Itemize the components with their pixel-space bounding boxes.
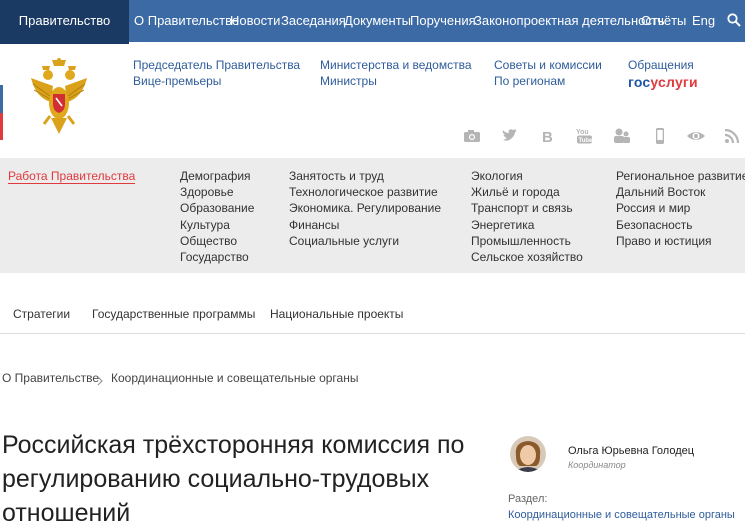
nav-reports[interactable]: Отчёты: [641, 0, 686, 42]
twitter-icon[interactable]: [500, 126, 520, 146]
link-councils[interactable]: Советы и комиссии: [494, 58, 602, 72]
nav-news[interactable]: Новости: [230, 0, 280, 42]
mobile-icon[interactable]: [650, 126, 670, 146]
topic-item[interactable]: Экология: [471, 169, 523, 183]
link-by-regions[interactable]: По регионам: [494, 74, 565, 88]
camera-icon[interactable]: [462, 126, 482, 146]
topic-item[interactable]: Занятость и труд: [289, 169, 384, 183]
nav-legislative-activity[interactable]: Законопроектная деятельность: [474, 0, 665, 42]
link-ministries[interactable]: Министерства и ведомства: [320, 58, 472, 72]
link-strategies[interactable]: Стратегии: [13, 307, 70, 321]
topic-item[interactable]: Демография: [180, 169, 251, 183]
nav-meetings[interactable]: Заседания: [281, 0, 346, 42]
russian-flag-stripe: [0, 58, 3, 140]
topic-item[interactable]: Безопасность: [616, 218, 693, 232]
topic-item[interactable]: Жильё и города: [471, 185, 560, 199]
coat-of-arms-logo[interactable]: [28, 58, 90, 140]
topic-item[interactable]: Промышленность: [471, 234, 571, 248]
rss-icon[interactable]: [722, 126, 742, 146]
chevron-right-icon: [96, 373, 104, 386]
topic-item[interactable]: Социальные услуги: [289, 234, 399, 248]
youtube-icon[interactable]: You Tube: [575, 126, 595, 146]
topic-item[interactable]: Финансы: [289, 218, 339, 232]
link-appeals[interactable]: Обращения: [628, 58, 694, 72]
breadcrumb-about-government[interactable]: О Правительстве: [2, 371, 99, 385]
topic-item[interactable]: Транспорт и связь: [471, 201, 573, 215]
section-label: Раздел:: [508, 493, 548, 505]
people-icon[interactable]: [612, 126, 632, 146]
link-vice-premiers[interactable]: Вице-премьеры: [133, 74, 221, 88]
topic-item[interactable]: Технологическое развитие: [289, 185, 438, 199]
svg-text:Tube: Tube: [579, 138, 594, 144]
nav-documents[interactable]: Документы: [344, 0, 411, 42]
nav-about[interactable]: О Правительстве: [134, 0, 239, 42]
search-icon[interactable]: [727, 13, 741, 27]
topic-item[interactable]: Государство: [180, 250, 249, 264]
coordinator-avatar[interactable]: [510, 436, 546, 472]
topic-item[interactable]: Здоровье: [180, 185, 234, 199]
topic-item[interactable]: Сельское хозяйство: [471, 250, 583, 264]
vk-icon[interactable]: В: [538, 126, 558, 146]
svg-text:You: You: [576, 129, 589, 136]
link-national-projects[interactable]: Национальные проекты: [270, 307, 403, 321]
topic-item[interactable]: Региональное развитие: [616, 169, 745, 183]
nav-english[interactable]: Eng: [692, 0, 715, 42]
section-link[interactable]: Координационные и совещательные органы: [508, 509, 735, 521]
topic-item[interactable]: Энергетика: [471, 218, 534, 232]
eye-icon[interactable]: [686, 126, 706, 146]
page-title: Российская трёхсторонняя комиссия по рег…: [2, 431, 465, 527]
topic-item[interactable]: Право и юстиция: [616, 234, 712, 248]
topic-item[interactable]: Культура: [180, 218, 230, 232]
topic-item[interactable]: Экономика. Регулирование: [289, 201, 441, 215]
coordinator-name[interactable]: Ольга Юрьевна Голодец: [568, 445, 694, 457]
link-prime-minister[interactable]: Председатель Правительства: [133, 58, 300, 72]
link-ministers[interactable]: Министры: [320, 74, 377, 88]
svg-text:В: В: [542, 129, 553, 146]
topic-item[interactable]: Дальний Восток: [616, 185, 705, 199]
gosuslugi-logo-link[interactable]: госуслуги: [628, 74, 698, 90]
topic-government-work[interactable]: Работа Правительства: [8, 169, 136, 184]
link-state-programs[interactable]: Государственные программы: [92, 307, 255, 321]
top-navigation-bar: Правительство России О Правительстве Нов…: [0, 0, 745, 70]
nav-brand-government-russia[interactable]: Правительство России: [0, 0, 129, 70]
breadcrumb-coordination-bodies[interactable]: Координационные и совещательные органы: [111, 371, 358, 385]
topic-item[interactable]: Россия и мир: [616, 201, 690, 215]
topics-panel: Работа Правительства Демография Здоровье…: [0, 158, 745, 273]
nav-assignments[interactable]: Поручения: [410, 0, 476, 42]
coordinator-role: Координатор: [568, 460, 626, 470]
topic-item[interactable]: Образование: [180, 201, 254, 215]
topic-item[interactable]: Общество: [180, 234, 237, 248]
divider: [0, 333, 745, 334]
